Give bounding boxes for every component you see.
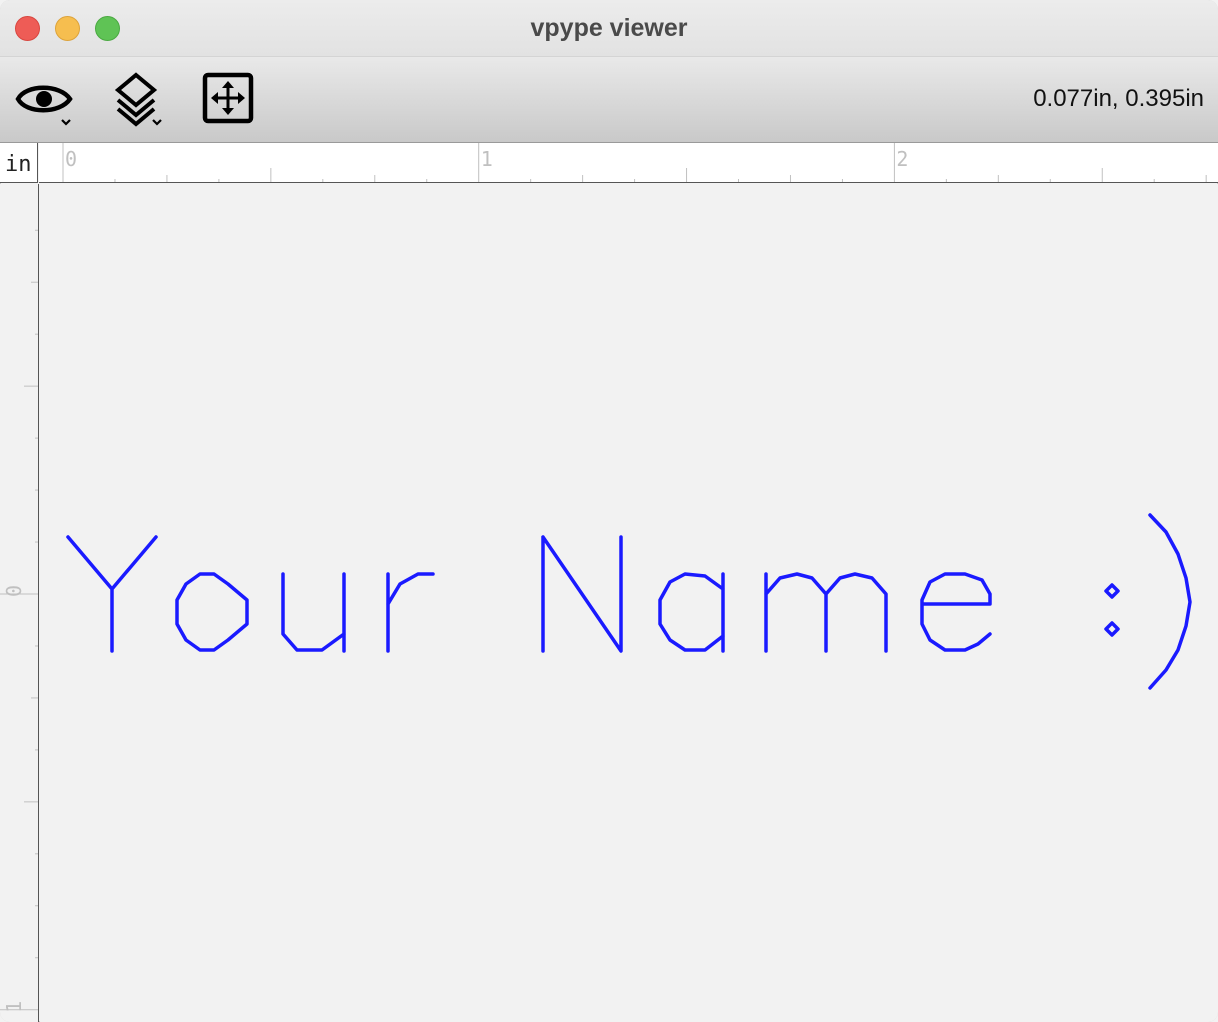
ruler-label: 0 [2,585,26,597]
ruler-label: 1 [2,1001,26,1013]
glyph-colon [1104,583,1120,637]
glyph-u [281,572,346,653]
ruler-label: 1 [481,147,493,171]
glyph-m [764,572,888,653]
viewer-window: vpype viewer 0.077in, 0.395in in 0 1 2 0… [0,0,1218,1022]
fit-icon [202,72,254,124]
ruler-unit-label[interactable]: in [0,143,38,183]
ruler-label: 2 [896,147,908,171]
window-title: vpype viewer [530,14,688,42]
horizontal-ruler: 0 1 2 [39,143,1218,183]
drawing-canvas[interactable] [40,184,1218,1022]
view-options-button[interactable] [12,69,76,131]
glyph-close-paren [1148,513,1192,690]
title-bar[interactable]: vpype viewer [0,0,1218,57]
layers-button[interactable] [106,69,170,131]
glyph-N [541,535,623,653]
glyph-a [658,572,725,653]
glyph-r [386,572,435,653]
vertical-ruler: 01 [0,184,39,1022]
glyph-Y [66,535,158,653]
cursor-coordinates: 0.077in, 0.395in [1033,85,1204,112]
layers-icon [114,72,162,127]
ruler-label: 0 [65,147,77,171]
fit-to-page-button[interactable] [198,69,262,131]
toolbar: 0.077in, 0.395in [0,57,1218,143]
glyph-o [175,572,249,652]
glyph-e [920,572,992,652]
drawing-svg [66,513,1192,690]
eye-icon [15,85,73,126]
